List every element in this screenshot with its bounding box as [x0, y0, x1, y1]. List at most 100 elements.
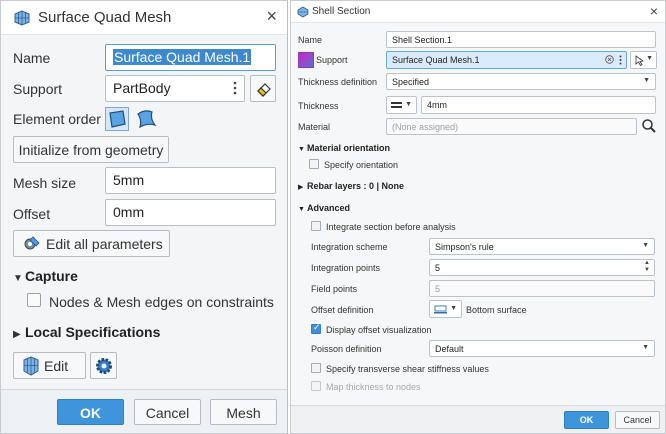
mesh-size-field[interactable]: 5mm	[105, 167, 276, 194]
chevron-down-icon: ▼	[643, 77, 650, 84]
offset-definition-value: Bottom surface	[466, 305, 527, 315]
name-field[interactable]: Shell Section.1	[386, 31, 656, 48]
cursor-select-icon	[635, 55, 645, 68]
capture-section-header[interactable]: ▼ Capture	[13, 268, 78, 284]
mesh-icon	[13, 9, 31, 32]
transverse-shear-checkbox[interactable]	[311, 363, 321, 373]
edit-mesh-icon	[22, 356, 40, 379]
thickness-value: 4mm	[427, 100, 447, 110]
offset-value: 0mm	[113, 204, 145, 220]
chevron-down-icon: ▼	[405, 101, 412, 108]
name-label: Name	[298, 35, 323, 45]
support-label: Support	[316, 55, 348, 65]
support-field[interactable]: PartBody	[105, 75, 245, 102]
name-field[interactable]: Surface Quad Mesh.1	[105, 44, 276, 71]
linear-element-icon[interactable]	[105, 107, 129, 136]
element-order-label: Element order	[13, 111, 101, 127]
edit-label: Edit	[44, 358, 69, 374]
thickness-definition-select[interactable]: Specified ▼	[386, 73, 656, 90]
support-field[interactable]: Surface Quad Mesh.1	[386, 51, 627, 69]
offset-definition-dropdown[interactable]: ▼	[429, 300, 462, 318]
initialize-from-geometry-button[interactable]: Initialize from geometry	[13, 136, 169, 163]
spinner-down-icon[interactable]: ▼	[644, 267, 650, 273]
map-thickness-label: Map thickness to nodes	[326, 382, 421, 392]
mesh-size-value: 5mm	[113, 172, 145, 188]
vertical-dots-icon[interactable]	[619, 55, 622, 67]
mesh-size-label: Mesh size	[13, 175, 77, 191]
close-icon[interactable]: ×	[650, 3, 658, 19]
cancel-button[interactable]: Cancel	[134, 399, 201, 425]
integrate-section-checkbox[interactable]	[311, 221, 321, 231]
chevron-down-icon: ▼	[646, 55, 653, 62]
thickness-label: Thickness	[298, 101, 339, 111]
collapsed-triangle-icon: ▶	[298, 184, 304, 191]
gear-icon	[94, 356, 114, 379]
field-points-value: 5	[435, 284, 441, 294]
map-thickness-checkbox[interactable]	[311, 381, 321, 391]
chevron-down-icon: ▼	[642, 242, 649, 249]
display-offset-visualization-checkbox[interactable]	[311, 322, 321, 334]
support-value: PartBody	[113, 80, 171, 96]
offset-label: Offset	[13, 206, 51, 222]
edit-button[interactable]: Edit	[13, 352, 86, 379]
mesh-settings-button[interactable]	[90, 352, 117, 379]
nodes-mesh-edges-checkbox[interactable]	[27, 293, 41, 307]
dialog-titlebar[interactable]: Surface Quad Mesh ×	[1, 1, 287, 35]
nodes-mesh-edges-label: Nodes & Mesh edges on constraints	[49, 294, 274, 310]
expanded-triangle-icon: ▼	[298, 206, 305, 213]
poisson-definition-select[interactable]: Default ▼	[429, 340, 655, 357]
expanded-triangle-icon: ▼	[298, 146, 305, 153]
quadratic-element-icon[interactable]	[134, 107, 158, 136]
thickness-field[interactable]: 4mm	[421, 96, 656, 114]
local-specifications-section-header[interactable]: ▶ Local Specifications	[13, 324, 160, 340]
clear-icon[interactable]	[605, 55, 614, 66]
dialog-titlebar[interactable]: Shell Section ×	[291, 1, 665, 23]
rebar-layers-section-header[interactable]: ▶ Rebar layers : 0 | None	[298, 181, 404, 191]
material-orientation-section-header[interactable]: ▼ Material orientation	[298, 143, 390, 153]
thickness-definition-value: Specified	[392, 77, 430, 87]
expanded-triangle-icon: ▼	[13, 273, 23, 284]
dialog-title: Surface Quad Mesh	[38, 9, 172, 26]
close-icon[interactable]: ×	[266, 6, 277, 27]
integration-scheme-value: Simpson's rule	[435, 242, 494, 252]
mesh-button[interactable]: Mesh	[210, 399, 277, 425]
ok-button[interactable]: OK	[57, 399, 124, 425]
integration-points-field[interactable]: 5 ▲ ▼	[429, 259, 655, 276]
dialog-title: Shell Section	[312, 6, 371, 17]
name-label: Name	[13, 50, 51, 66]
edit-all-parameters-button[interactable]: Edit all parameters	[13, 230, 170, 257]
specify-orientation-label: Specify orientation	[324, 160, 399, 170]
material-label: Material	[298, 122, 331, 132]
edit-parameters-icon	[21, 234, 41, 257]
support-value: Surface Quad Mesh.1	[392, 55, 480, 65]
advanced-section-header[interactable]: ▼ Advanced	[298, 203, 350, 213]
thickness-type-dropdown[interactable]: ▼	[386, 96, 417, 114]
field-points-field[interactable]: 5	[429, 280, 655, 297]
surface-quad-mesh-dialog: Surface Quad Mesh × Name Surface Quad Me…	[0, 0, 288, 434]
integration-scheme-label: Integration scheme	[311, 242, 388, 252]
support-color-swatch-icon	[298, 52, 314, 68]
offset-field[interactable]: 0mm	[105, 199, 276, 226]
integration-scheme-select[interactable]: Simpson's rule ▼	[429, 238, 655, 255]
dialog-footer: OK Cancel Mesh	[1, 389, 287, 433]
search-icon[interactable]	[641, 118, 657, 139]
name-value: Surface Quad Mesh.1	[113, 49, 252, 65]
integrate-section-label: Integrate section before analysis	[326, 222, 456, 232]
poisson-definition-label: Poisson definition	[311, 344, 382, 354]
thickness-type-icon	[391, 101, 402, 111]
material-field[interactable]: (None assigned)	[386, 118, 637, 135]
display-offset-visualization-label: Display offset visualization	[326, 325, 432, 335]
chevron-down-icon: ▼	[450, 305, 457, 312]
cancel-button[interactable]: Cancel	[615, 411, 660, 429]
clear-support-button[interactable]	[250, 75, 276, 102]
specify-orientation-checkbox[interactable]	[309, 159, 319, 169]
dialog-footer: OK Cancel	[291, 405, 665, 433]
ok-button[interactable]: OK	[564, 411, 609, 429]
spinner-up-icon[interactable]: ▲	[644, 260, 650, 266]
selection-mode-dropdown[interactable]: ▼	[630, 51, 657, 69]
shell-section-icon	[297, 5, 309, 23]
collapsed-triangle-icon: ▶	[13, 329, 21, 340]
vertical-dots-icon[interactable]	[233, 81, 239, 100]
edit-all-parameters-label: Edit all parameters	[46, 236, 163, 252]
name-value: Shell Section.1	[392, 35, 453, 45]
